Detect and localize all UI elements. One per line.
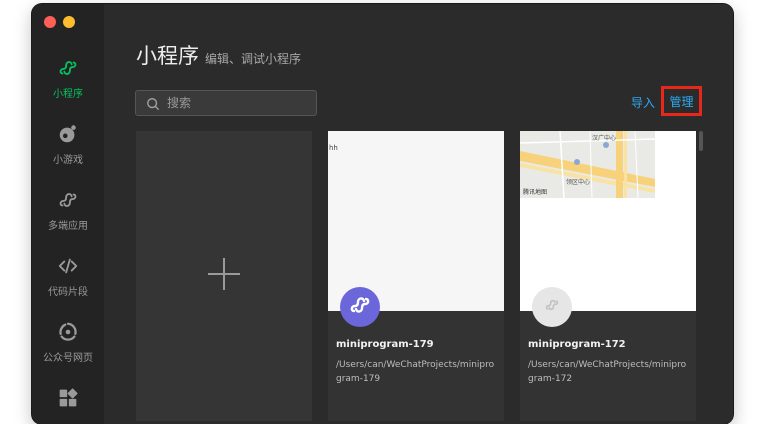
page-title: 小程序: [136, 44, 199, 68]
sidebar-item-label: 代码片段: [48, 287, 88, 298]
map-logo: 腾讯地图: [523, 189, 548, 196]
project-name: miniprogram-179: [336, 339, 434, 350]
sidebar-item-more-apps[interactable]: [32, 386, 104, 424]
main-content: 小程序 编辑、调试小程序 导入 管理: [104, 4, 733, 424]
plus-icon: [207, 257, 241, 295]
project-card[interactable]: 汉广中心 领区中心 腾讯地图 miniprogram-172 /Users/ca…: [520, 131, 696, 421]
window-minimize-button[interactable]: [63, 16, 75, 28]
sidebar-item-label: 小游戏: [53, 155, 83, 166]
search-input[interactable]: [165, 95, 309, 111]
map-preview: 汉广中心 领区中心 腾讯地图: [520, 131, 655, 198]
miniprogram-logo-icon: [544, 297, 560, 317]
multiplatform-icon: [56, 188, 80, 212]
project-preview: hh: [328, 131, 504, 311]
manage-label: 管理: [669, 94, 694, 109]
sidebar-item-code-snippet[interactable]: 代码片段: [32, 254, 104, 310]
search-icon: [146, 96, 160, 111]
map-label: 汉广中心: [592, 135, 617, 142]
project-path: /Users/can/WeChatProjects/miniprogram-17…: [336, 360, 495, 384]
project-preview: 汉广中心 领区中心 腾讯地图: [520, 131, 696, 311]
sidebar-item-label: 公众号网页: [43, 353, 93, 364]
search-box[interactable]: [135, 90, 317, 116]
map-label: 领区中心: [566, 179, 591, 186]
miniprogram-logo-icon: [348, 293, 372, 321]
sidebar: 小程序 小游戏 多端应用 代码片段 公众号网页: [32, 4, 104, 424]
preview-text: hh: [329, 144, 338, 152]
project-avatar: [532, 287, 572, 327]
sidebar-item-multiplatform[interactable]: 多端应用: [32, 188, 104, 244]
official-account-icon: [56, 320, 80, 344]
import-button[interactable]: 导入: [631, 94, 655, 111]
page-subtitle: 编辑、调试小程序: [205, 52, 302, 66]
sidebar-item-label: 小程序: [53, 89, 83, 100]
code-snippet-icon: [56, 254, 80, 278]
manage-button[interactable]: 管理: [661, 86, 702, 116]
project-avatar: [340, 287, 380, 327]
sidebar-item-minigame[interactable]: 小游戏: [32, 122, 104, 178]
project-name: miniprogram-172: [528, 339, 626, 350]
project-path: /Users/can/WeChatProjects/miniprogram-17…: [528, 360, 687, 384]
more-apps-icon: [56, 386, 80, 410]
miniprogram-icon: [56, 56, 80, 80]
app-window: 小程序 小游戏 多端应用 代码片段 公众号网页 小程序 编辑、调试小程序 搜索 …: [32, 4, 733, 424]
sidebar-item-official-account[interactable]: 公众号网页: [32, 320, 104, 376]
scrollbar[interactable]: [699, 131, 703, 151]
create-project-card[interactable]: [136, 131, 312, 421]
project-card[interactable]: hh miniprogram-179 /Users/can/WeChatProj…: [328, 131, 504, 421]
sidebar-item-label: 多端应用: [48, 221, 88, 232]
window-close-button[interactable]: [44, 16, 56, 28]
minigame-icon: [56, 122, 80, 146]
sidebar-item-miniprogram[interactable]: 小程序: [32, 56, 104, 112]
title-row: 小程序 编辑、调试小程序: [136, 40, 301, 70]
